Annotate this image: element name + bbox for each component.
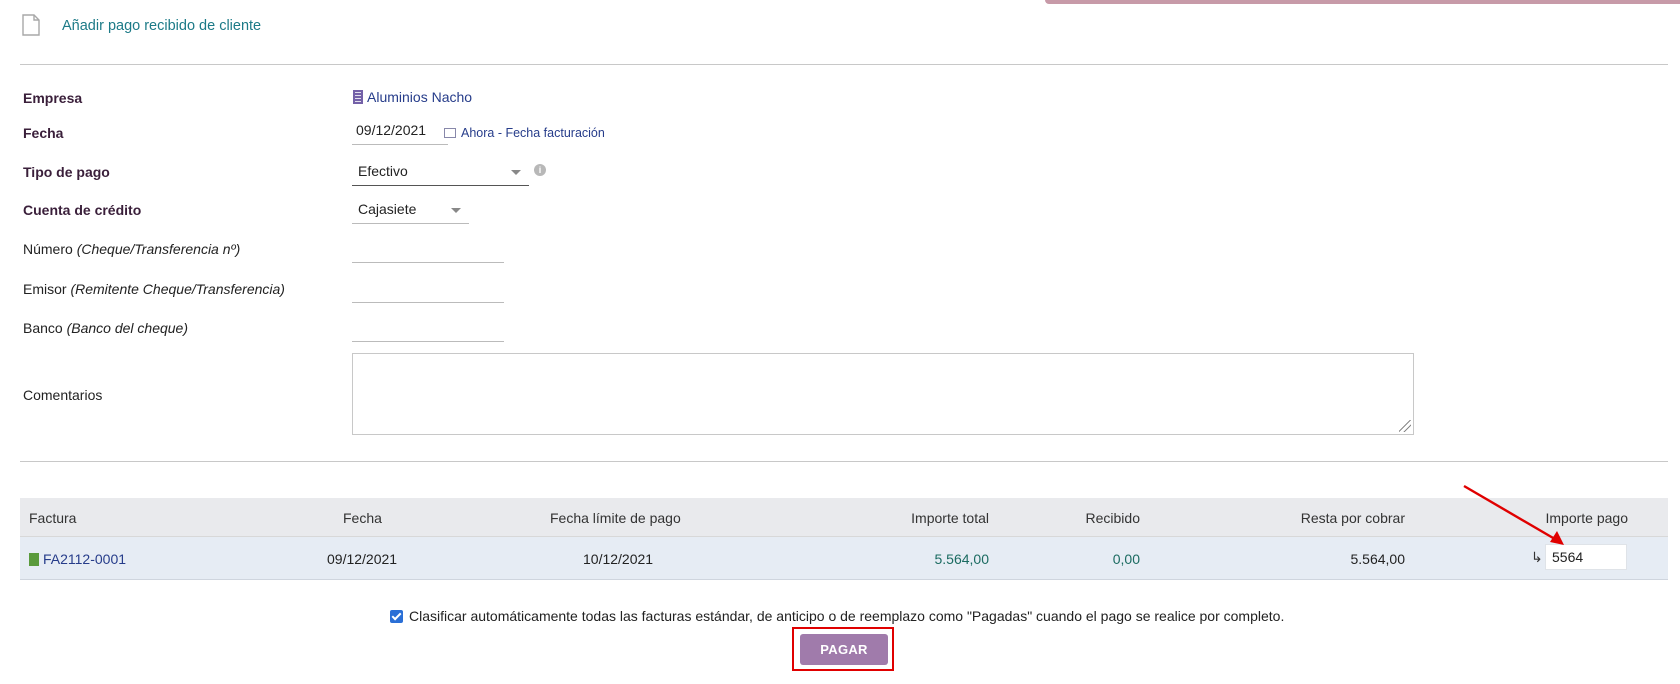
highlight-box: PAGAR <box>792 627 894 671</box>
cuenta-label: Cuenta de crédito <box>23 202 142 218</box>
payment-type-value: Efectivo <box>358 163 408 179</box>
comments-textarea[interactable] <box>352 353 1414 435</box>
info-icon[interactable]: i <box>534 164 546 176</box>
fecha-label: Fecha <box>23 125 64 141</box>
annotation-arrow-icon <box>1463 484 1564 545</box>
cell-fecha-limite: 10/12/2021 <box>583 551 654 567</box>
table-header: Factura Fecha Fecha límite de pago Impor… <box>20 498 1668 537</box>
auto-classify-option[interactable]: Clasificar automáticamente todas las fac… <box>390 608 1284 624</box>
calendar-icon[interactable] <box>444 128 456 138</box>
cell-importe-total: 5.564,00 <box>934 551 990 567</box>
col-resta: Resta por cobrar <box>1300 510 1405 526</box>
document-icon <box>22 14 40 36</box>
col-fecha-limite: Fecha límite de pago <box>550 510 681 526</box>
invoice-icon <box>29 553 39 566</box>
tipo-pago-label: Tipo de pago <box>23 164 110 180</box>
company-name: Aluminios Nacho <box>367 89 473 105</box>
col-importe-total: Importe total <box>911 510 989 526</box>
col-recibido: Recibido <box>1085 510 1140 526</box>
page-title: Añadir pago recibido de cliente <box>62 18 262 34</box>
divider <box>20 64 1668 65</box>
cell-recibido: 0,00 <box>1112 551 1140 567</box>
cell-fecha: 09/12/2021 <box>327 551 398 567</box>
col-fecha: Fecha <box>343 510 382 526</box>
company-link[interactable]: Aluminios Nacho <box>353 89 472 105</box>
empresa-label: Empresa <box>23 90 83 106</box>
comentarios-label: Comentarios <box>23 387 103 403</box>
number-input[interactable] <box>352 234 504 263</box>
banco-label: Banco (Banco del cheque) <box>23 320 189 336</box>
auto-classify-label: Clasificar automáticamente todas las fac… <box>409 608 1285 624</box>
bank-account-select[interactable]: Cajasiete <box>352 195 469 224</box>
building-icon <box>353 90 363 104</box>
cell-resta: 5.564,00 <box>1350 551 1406 567</box>
bank-account-value: Cajasiete <box>358 201 417 217</box>
emisor-label: Emisor (Remitente Cheque/Transferencia) <box>23 281 285 297</box>
col-factura: Factura <box>29 510 77 526</box>
now-link[interactable]: Ahora - Fecha facturación <box>461 126 605 140</box>
fill-amount-icon[interactable]: ↳ <box>1531 549 1543 566</box>
invoice-link[interactable]: FA2112-0001 <box>29 551 126 567</box>
chevron-down-icon <box>511 170 521 175</box>
table-row: FA2112-0001 09/12/2021 10/12/2021 5.564,… <box>20 537 1668 580</box>
pay-button[interactable]: PAGAR <box>800 634 888 665</box>
chevron-down-icon <box>451 208 461 213</box>
numero-label: Número (Cheque/Transferencia nº) <box>23 241 241 257</box>
date-input[interactable] <box>352 116 448 145</box>
payment-type-select[interactable]: Efectivo <box>352 157 529 186</box>
bank-input[interactable] <box>352 313 504 342</box>
issuer-input[interactable] <box>352 274 504 303</box>
top-menu-edge <box>1045 0 1680 4</box>
auto-classify-checkbox[interactable] <box>390 610 403 623</box>
resize-grip-icon[interactable] <box>1399 420 1411 432</box>
divider <box>20 461 1668 462</box>
